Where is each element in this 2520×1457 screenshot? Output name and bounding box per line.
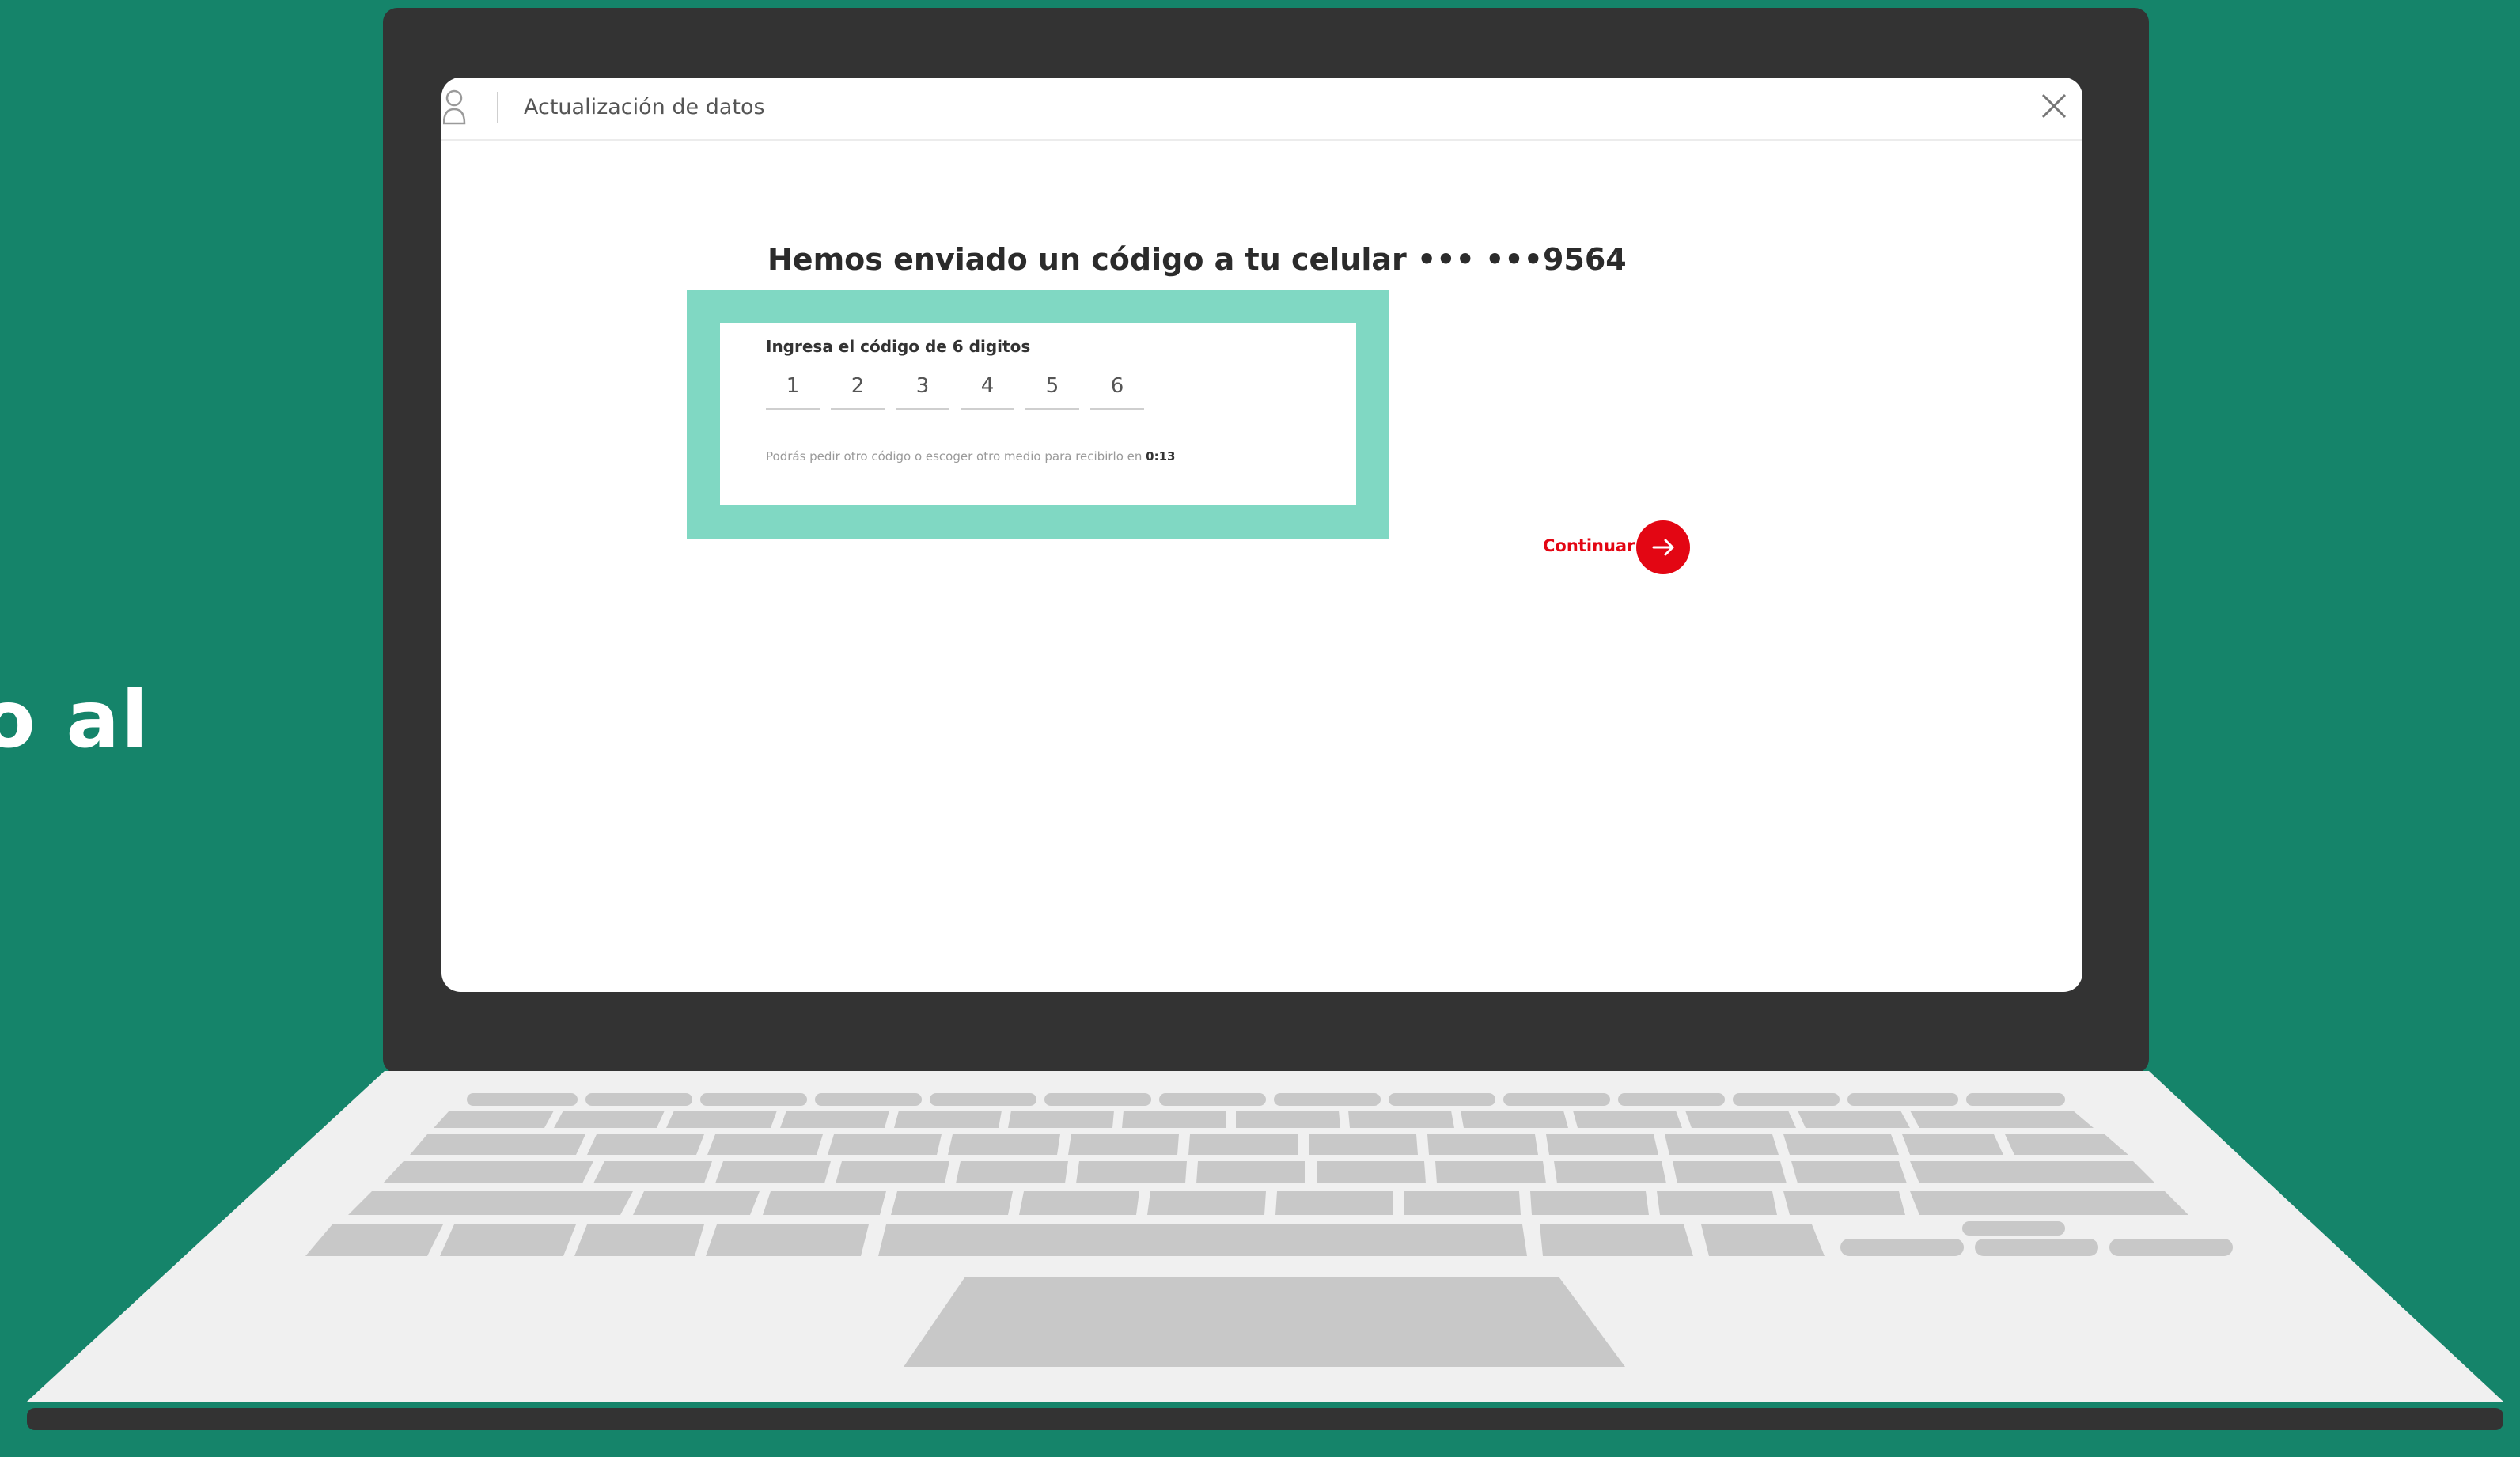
code-digit-3[interactable]: 3 — [896, 367, 949, 410]
trackpad — [904, 1277, 1625, 1367]
code-digit-4[interactable]: 4 — [961, 367, 1014, 410]
resend-timer: 0:13 — [1146, 449, 1176, 464]
laptop-screen: Actualización de datos Hemos enviado un … — [441, 78, 2082, 992]
code-digit-5[interactable]: 5 — [1025, 367, 1079, 410]
header-title: Actualización de datos — [524, 95, 765, 119]
continue-link[interactable]: Continuar — [1543, 536, 1635, 555]
laptop-keyboard-deck — [27, 1071, 2503, 1430]
verification-code-card: Ingresa el código de 6 digitos 1 2 3 4 5… — [720, 323, 1356, 505]
page-title: Hemos enviado un código a tu celular •••… — [767, 242, 1627, 277]
resend-hint-text: Podrás pedir otro código o escoger otro … — [766, 449, 1143, 464]
continue-button[interactable] — [1636, 520, 1690, 574]
user-icon — [443, 89, 466, 125]
code-digit-2[interactable]: 2 — [831, 367, 885, 410]
close-icon[interactable] — [2038, 90, 2070, 122]
side-caption-text: o al — [0, 673, 150, 766]
code-digit-1[interactable]: 1 — [766, 367, 820, 410]
code-digit-6[interactable]: 6 — [1090, 367, 1144, 410]
arrow-right-icon — [1652, 539, 1674, 556]
resend-hint: Podrás pedir otro código o escoger otro … — [766, 449, 1175, 464]
screen-header: Actualización de datos — [441, 78, 2082, 141]
code-field-label: Ingresa el código de 6 digitos — [766, 337, 1031, 356]
header-divider — [497, 92, 498, 123]
